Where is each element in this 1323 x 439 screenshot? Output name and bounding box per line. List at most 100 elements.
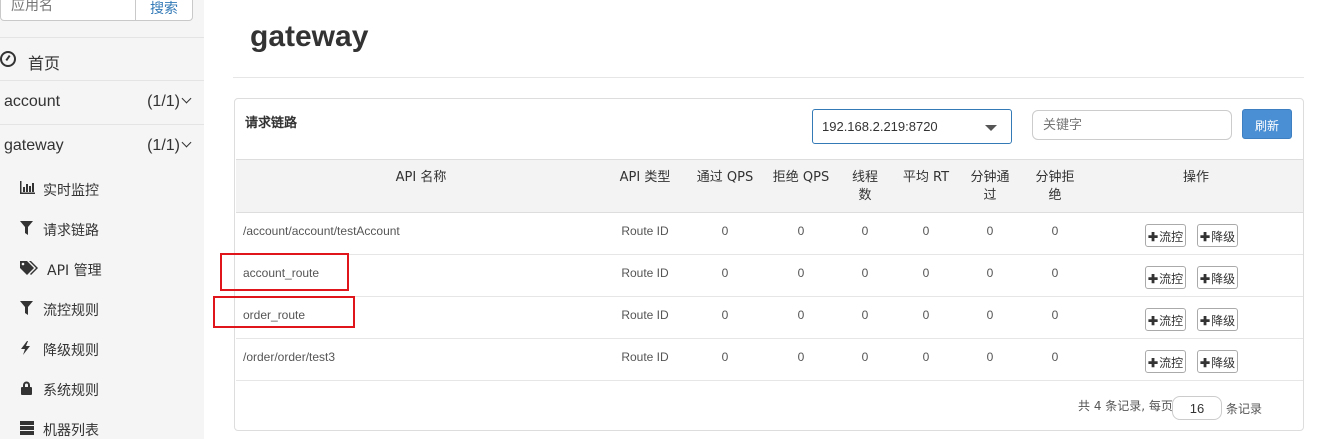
plus-icon: ✚ (1200, 272, 1211, 286)
caret-down-icon (985, 125, 997, 131)
sidebar-item-machine-list[interactable]: 机器列表 (0, 408, 204, 439)
flow-label: 流控 (1159, 314, 1184, 328)
search-button[interactable]: 搜索 (135, 0, 193, 21)
sidebar-item-label: 流控规则 (43, 303, 99, 319)
sidebar-item-request-chain[interactable]: 请求链路 (0, 208, 204, 248)
sidebar-item-system-rules[interactable]: 系统规则 (0, 368, 204, 408)
sidebar-item-label: 机器列表 (43, 423, 99, 439)
block-qps-cell: 0 (797, 350, 805, 364)
table-row: order_route Route ID 0 0 0 0 0 0 ✚流控 ✚降级 (236, 297, 1303, 339)
nav-home[interactable]: 首页 (0, 37, 204, 81)
plus-icon: ✚ (1200, 356, 1211, 370)
flow-label: 流控 (1159, 272, 1184, 286)
table-header: API 名称 API 类型 通过 QPS 拒绝 QPS 线程 数 平均 RT 分… (236, 159, 1303, 213)
request-chain-panel: 请求链路 192.168.2.219:8720 刷新 API 名称 API 类型… (234, 98, 1304, 431)
threads-cell: 0 (861, 224, 869, 238)
tags-icon (20, 261, 38, 277)
block-qps-cell: 0 (797, 308, 805, 322)
nav-home-label: 首页 (28, 54, 61, 73)
app-search: 搜索 (0, 0, 193, 22)
avg-rt-cell: 0 (922, 308, 930, 322)
pass-qps-cell: 0 (721, 350, 729, 364)
degrade-label: 降级 (1211, 272, 1236, 286)
pass-qps-cell: 0 (721, 308, 729, 322)
app-count: (1/1) (147, 137, 180, 154)
table-row: /order/order/test3 Route ID 0 0 0 0 0 0 … (236, 339, 1303, 381)
machine-select[interactable]: 192.168.2.219:8720 (812, 109, 1012, 144)
threads-cell: 0 (861, 266, 869, 280)
server-icon (20, 421, 36, 437)
filter-icon (20, 301, 36, 317)
sidebar-item-label: API 管理 (47, 263, 102, 279)
min-block-cell: 0 (1051, 266, 1059, 280)
page-size-input[interactable]: 16 (1172, 396, 1222, 420)
min-pass-cell: 0 (986, 224, 994, 238)
degrade-label: 降级 (1211, 314, 1236, 328)
dashboard-icon (0, 51, 16, 67)
plus-icon: ✚ (1200, 230, 1211, 244)
col-min-block-line2: 绝 (1048, 188, 1062, 203)
api-type-cell: Route ID (621, 350, 669, 364)
col-ops: 操作 (1182, 170, 1209, 185)
sidebar-item-label: 系统规则 (43, 383, 99, 399)
min-block-cell: 0 (1051, 224, 1059, 238)
flash-icon (20, 341, 36, 357)
col-min-pass-line2: 过 (983, 188, 997, 203)
sidebar-item-realtime[interactable]: 实时监控 (0, 168, 204, 208)
degrade-label: 降级 (1211, 230, 1236, 244)
add-degrade-rule-button[interactable]: ✚降级 (1197, 266, 1239, 289)
add-flow-rule-button[interactable]: ✚流控 (1145, 350, 1187, 373)
avg-rt-cell: 0 (922, 350, 930, 364)
col-pass-qps: 通过 QPS (696, 170, 754, 185)
add-flow-rule-button[interactable]: ✚流控 (1145, 266, 1187, 289)
table-row: account_route Route ID 0 0 0 0 0 0 ✚流控 ✚… (236, 255, 1303, 297)
highlight-box (220, 253, 349, 291)
add-flow-rule-button[interactable]: ✚流控 (1145, 308, 1187, 331)
plus-icon: ✚ (1148, 314, 1159, 328)
app-search-input[interactable] (0, 0, 136, 21)
pager-suffix: 条记录 (1226, 402, 1263, 416)
nav-app-gateway[interactable]: gateway (1/1) (0, 125, 204, 169)
sidebar-item-flow-rules[interactable]: 流控规则 (0, 288, 204, 328)
col-api-type: API 类型 (619, 170, 671, 185)
pager-summary: 共 4 条记录, 每页 (1078, 399, 1173, 413)
col-threads: 线程 数 (840, 169, 890, 205)
sidebar-item-label: 降级规则 (43, 343, 99, 359)
min-pass-cell: 0 (986, 350, 994, 364)
plus-icon: ✚ (1148, 356, 1159, 370)
col-threads-line2: 数 (858, 188, 872, 203)
sidebar-item-api-management[interactable]: API 管理 (0, 248, 204, 288)
min-pass-cell: 0 (986, 266, 994, 280)
block-qps-cell: 0 (797, 266, 805, 280)
nav-app-account[interactable]: account (1/1) (0, 81, 204, 125)
add-degrade-rule-button[interactable]: ✚降级 (1197, 224, 1239, 247)
api-name-cell: /account/account/testAccount (243, 224, 400, 238)
pass-qps-cell: 0 (721, 224, 729, 238)
add-degrade-rule-button[interactable]: ✚降级 (1197, 308, 1239, 331)
filter-icon (20, 221, 36, 237)
threads-cell: 0 (861, 350, 869, 364)
block-qps-cell: 0 (797, 224, 805, 238)
divider (233, 77, 1304, 78)
add-degrade-rule-button[interactable]: ✚降级 (1197, 350, 1239, 373)
flow-label: 流控 (1159, 230, 1184, 244)
flow-label: 流控 (1159, 356, 1184, 370)
api-type-cell: Route ID (621, 308, 669, 322)
api-name-cell: /order/order/test3 (243, 350, 336, 364)
col-threads-line1: 线程 (851, 170, 878, 185)
add-flow-rule-button[interactable]: ✚流控 (1145, 224, 1187, 247)
keyword-input[interactable] (1032, 110, 1232, 140)
col-min-block-line1: 分钟拒 (1035, 170, 1075, 185)
app-count: (1/1) (147, 93, 180, 110)
chevron-down-icon (181, 93, 192, 104)
refresh-button[interactable]: 刷新 (1242, 109, 1292, 139)
col-avg-rt: 平均 RT (902, 170, 950, 185)
col-min-pass: 分钟通 过 (960, 169, 1020, 205)
min-pass-cell: 0 (986, 308, 994, 322)
avg-rt-cell: 0 (922, 266, 930, 280)
col-block-qps: 拒绝 QPS (772, 170, 830, 185)
bar-chart-icon (20, 181, 36, 197)
sidebar-item-degrade-rules[interactable]: 降级规则 (0, 328, 204, 368)
degrade-label: 降级 (1211, 356, 1236, 370)
lock-icon (20, 381, 36, 397)
